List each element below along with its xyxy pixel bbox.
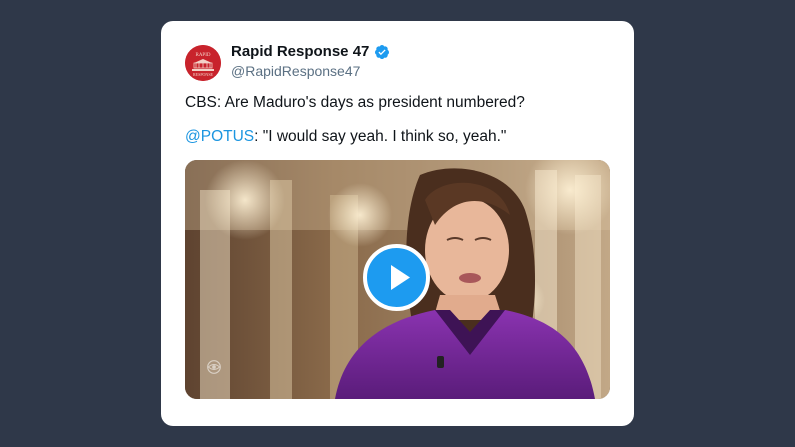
quote-text: : "I would say yeah. I think so, yeah." xyxy=(254,128,507,145)
rapid-response-logo-icon: RAPID RESPONSE xyxy=(185,45,221,81)
tweet-card: RAPID RESPONSE Rapid Response 47 @RapidR… xyxy=(161,21,634,426)
page: { "tweet": { "display_name": "Rapid Resp… xyxy=(0,0,795,447)
verified-badge-icon xyxy=(375,44,390,59)
tweet-text-line: CBS: Are Maduro's days as president numb… xyxy=(185,94,525,111)
avatar[interactable]: RAPID RESPONSE xyxy=(185,45,221,81)
play-button[interactable] xyxy=(363,244,430,311)
user-handle[interactable]: @RapidResponse47 xyxy=(231,63,360,79)
tweet-quote-line: @POTUS: "I would say yeah. I think so, y… xyxy=(185,128,506,146)
svg-text:RESPONSE: RESPONSE xyxy=(193,72,214,77)
cbs-eye-icon xyxy=(207,360,221,374)
video-player[interactable] xyxy=(185,160,610,399)
display-name[interactable]: Rapid Response 47 xyxy=(231,43,369,60)
author-name-row: Rapid Response 47 xyxy=(231,43,390,60)
play-icon xyxy=(391,265,410,290)
svg-text:RAPID: RAPID xyxy=(195,53,210,58)
mention-link[interactable]: @POTUS xyxy=(185,128,254,145)
